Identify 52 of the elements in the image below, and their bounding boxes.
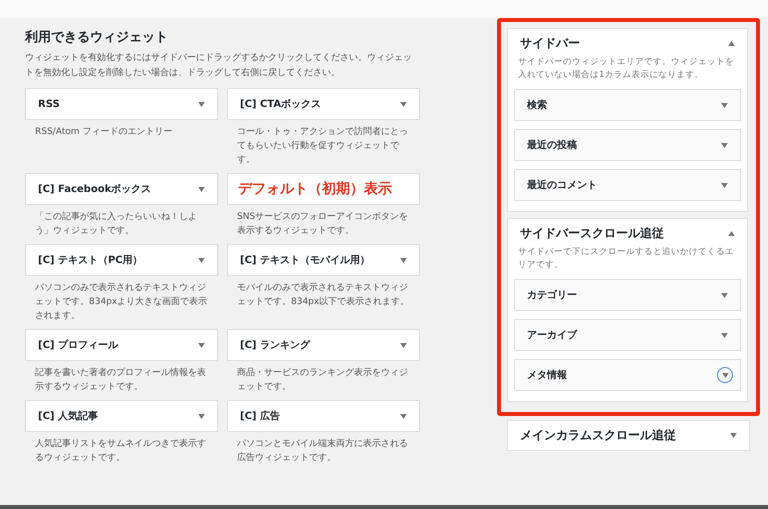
widget-item[interactable]: 最近の投稿 (514, 129, 741, 161)
caret-icon[interactable] (721, 292, 728, 298)
caret-icon (198, 102, 205, 106)
widget-description: 商品・サービスのランキング表示をウィジェットです。 (237, 366, 409, 394)
area-title[interactable]: サイドバースクロール追従 (520, 225, 664, 242)
area-description: サイドバーのウィジットエリアです。ウィジェットを入れていない場合は1カラム表示になります。 (518, 56, 735, 82)
widget-card[interactable]: [C] 人気記事 (25, 400, 218, 432)
widget-item[interactable]: アーカイブ (514, 319, 741, 351)
caret-icon (198, 342, 205, 348)
caret-icon (198, 258, 205, 262)
widget-card[interactable]: [C] テキスト（PC用） (25, 244, 218, 276)
caret-icon[interactable] (728, 41, 735, 46)
caret-icon (400, 342, 407, 348)
widget-card[interactable]: [C] CTAボックス (227, 88, 420, 120)
widget-description: パソコンとモバイル端末両方に表示される広告ウィジェットです。 (237, 438, 409, 465)
caret-icon[interactable] (721, 182, 728, 188)
caret-icon[interactable] (730, 433, 737, 438)
caret-icon[interactable] (721, 332, 728, 338)
caret-icon (198, 186, 205, 192)
widget-card[interactable]: デフォルト（初期）表示 (227, 173, 420, 205)
widget-item[interactable]: 最近のコメント (514, 169, 741, 201)
widget-item[interactable]: 検索 (514, 89, 741, 121)
widget-description: コール・トゥ・アクションで訪問者にとってもらいたい行動を促すウィジェットです。 (237, 126, 409, 167)
widget-card[interactable]: [C] ランキング (227, 329, 420, 361)
widget-card[interactable]: [C] 広告 (227, 400, 420, 432)
section-description: ウィジェットを有効化するにはサイドバーにドラッグするかクリックしてください。ウィジェットを無効化し設定を削除したい場合は、ドラッグして右側に戻してください。 (25, 52, 413, 80)
widget-description: RSS/Atom フィードのエントリー (35, 126, 174, 139)
widget-card[interactable]: [C] テキスト（モバイル用） (227, 244, 420, 276)
caret-icon (400, 414, 407, 418)
area-title[interactable]: メインカラムスクロール追従 (520, 427, 676, 444)
annotation-label: デフォルト（初期）表示 (238, 180, 392, 198)
caret-icon[interactable] (717, 367, 733, 383)
widget-item[interactable]: カテゴリー (514, 279, 741, 311)
widget-description: SNSサービスのフォローアイコンボタンを表示するウィジェットです。 (237, 210, 410, 238)
caret-icon (400, 258, 407, 262)
caret-icon[interactable] (728, 231, 735, 236)
widget-description: 「この記事が気に入ったらいいね！しよう」ウィジェットです。 (35, 210, 198, 238)
widget-description: モバイルのみで表示されるテキストウィジェットです。834px以下で表示されます。 (237, 282, 410, 309)
widget-description: パソコンのみで表示されるテキストウィジェットです。834pxより大きな画面で表示されます。 (35, 282, 208, 323)
area-description: サイドバーで下にスクロールすると追いかけてくるエリアです。 (518, 246, 735, 272)
widget-item[interactable]: メタ情報 (514, 359, 741, 391)
caret-icon (400, 102, 407, 106)
widget-description: 記事を書いた著者のプロフィール情報を表示するウィジェットです。 (35, 366, 207, 394)
caret-icon (198, 414, 205, 418)
widget-card[interactable]: RSS (25, 88, 218, 120)
section-title: 利用できるウィジェット (25, 29, 169, 46)
widget-card[interactable]: [C] Facebookボックス (25, 173, 218, 205)
caret-icon[interactable] (721, 102, 728, 108)
caret-icon[interactable] (721, 142, 728, 148)
widget-card[interactable]: [C] プロフィール (25, 329, 218, 361)
widget-description: 人気記事リストをサムネイルつきで表示するウィジェットです。 (35, 438, 207, 465)
area-title[interactable]: サイドバー (520, 35, 580, 52)
